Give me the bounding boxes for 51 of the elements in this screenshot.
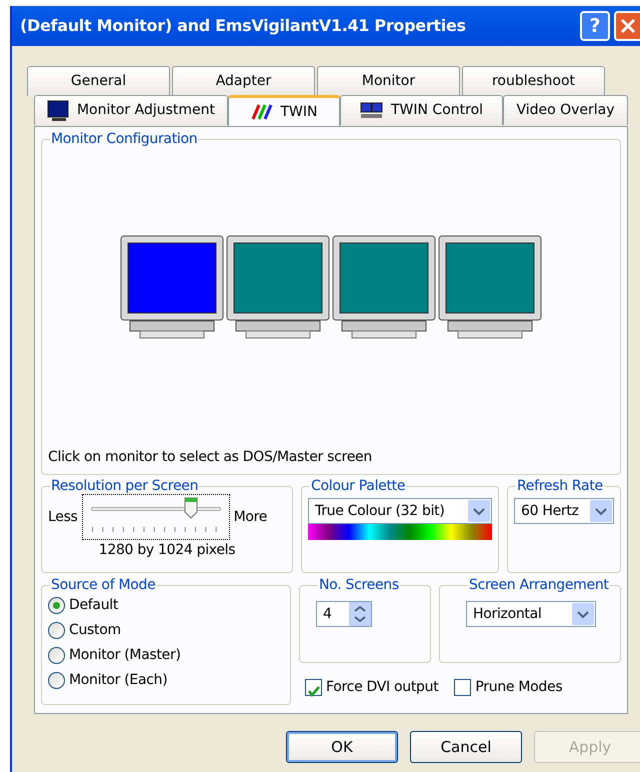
screen-count-spinner[interactable]: 4 — [316, 601, 372, 627]
dialog-button[interactable]: OK — [286, 731, 398, 763]
caret-icon — [572, 603, 594, 625]
tab[interactable]: roubleshoot — [462, 66, 605, 96]
tab[interactable]: General — [27, 66, 170, 96]
resolution-value: 1280 by 1024 pixels — [98, 541, 236, 560]
help-button[interactable]: ? — [580, 11, 610, 41]
slider-label: More — [234, 508, 268, 526]
monitor-icon[interactable] — [120, 235, 224, 339]
radio-label: Custom — [69, 621, 121, 640]
radio-button[interactable] — [48, 622, 65, 639]
radio-button[interactable] — [48, 647, 65, 664]
palette-dropdown[interactable]: True Colour (32 bit) — [308, 498, 492, 524]
radio-button[interactable] — [48, 597, 65, 614]
group-title: Monitor Configuration — [50, 131, 198, 147]
checkbox[interactable] — [454, 679, 472, 696]
slider-label: Less — [48, 508, 78, 526]
monitor-icon — [46, 100, 69, 122]
checkbox-label: Prune Modes — [475, 678, 562, 697]
checkbox[interactable] — [305, 679, 322, 696]
monitor-icon[interactable] — [438, 235, 542, 339]
monitor-icon[interactable] — [332, 235, 436, 339]
resolution-slider[interactable] — [82, 494, 230, 540]
group-title: No. Screens — [318, 577, 400, 593]
group-title: Screen Arrangement — [468, 577, 610, 593]
monitor-icon[interactable] — [226, 235, 330, 339]
tab[interactable]: Adapter — [172, 66, 315, 96]
tab[interactable]: TWIN Control — [340, 95, 503, 125]
radio-button[interactable] — [48, 672, 65, 689]
group-title: Refresh Rate — [516, 478, 604, 494]
group-title: Resolution per Screen — [50, 478, 200, 494]
dialog-button[interactable]: Cancel — [410, 731, 522, 763]
spinner-arrows-icon[interactable] — [349, 602, 371, 626]
hint-text: Click on monitor to select as DOS/Master screen — [48, 448, 373, 467]
close-button[interactable] — [614, 11, 640, 41]
radio-label: Monitor (Master) — [69, 646, 181, 665]
tab[interactable]: Monitor — [317, 66, 460, 96]
tab[interactable]: Video Overlay — [503, 95, 628, 125]
group-title: Source of Mode — [50, 577, 156, 593]
refresh-rate-dropdown[interactable]: 60 Hertz — [514, 498, 614, 524]
checkbox-label: Force DVI output — [326, 678, 438, 697]
caret-icon — [590, 500, 612, 522]
caret-icon — [468, 500, 490, 522]
radio-label: Monitor (Each) — [69, 671, 168, 690]
slider-thumb[interactable] — [184, 497, 198, 519]
arrangement-dropdown[interactable]: Horizontal — [466, 601, 596, 627]
tab[interactable]: TWIN — [228, 95, 340, 126]
tab[interactable]: Monitor Adjustment — [34, 95, 228, 125]
window-title: (Default Monitor) and EmsVigilantV1.41 Properties — [20, 15, 467, 37]
radio-label: Default — [69, 596, 118, 615]
group-title: Colour Palette — [310, 478, 406, 494]
